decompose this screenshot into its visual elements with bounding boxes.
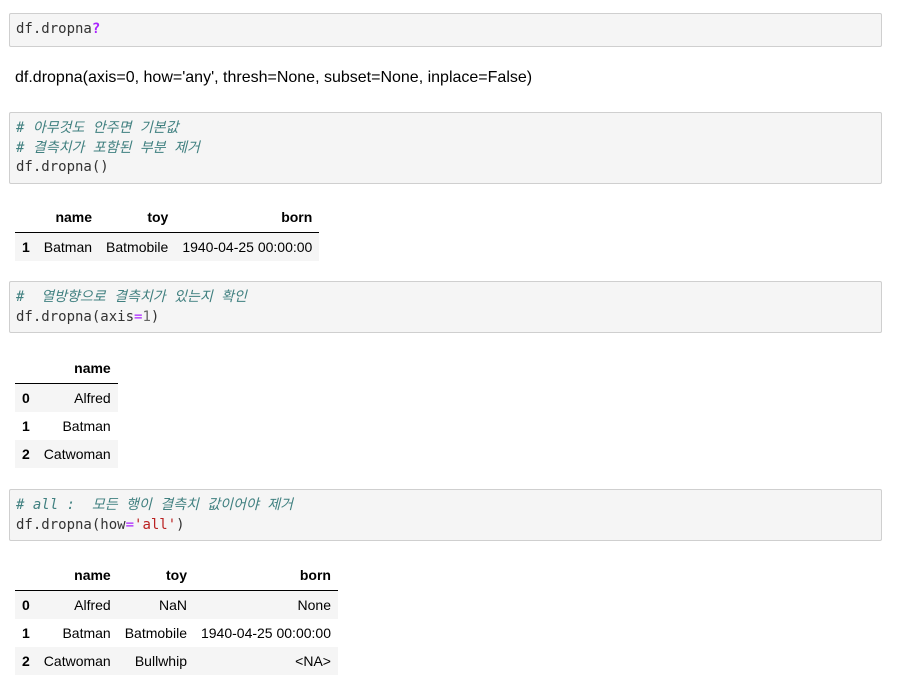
table-row: 1 Batman Batmobile 1940-04-25 00:00:00 [15, 232, 320, 261]
code-cell-dropna-default[interactable]: # 아무것도 안주면 기본값 # 결측치가 포함된 부분 제거 df.dropna(… [9, 112, 882, 184]
table-row: 2 Catwoman Bullwhip <NA> [15, 647, 338, 675]
row-index: 0 [22, 390, 30, 406]
table-cell: Batman [62, 625, 111, 641]
table-row: 1 Batman [15, 412, 118, 440]
table-cell: Catwoman [43, 653, 111, 669]
row-index: 1 [22, 625, 30, 641]
row-index: 1 [22, 239, 30, 255]
code-number: 1 [142, 308, 151, 325]
dataframe-output-3: name toy born 0 Alfred NaN None 1 Batman… [15, 560, 338, 675]
code-cell-dropna-how-all[interactable]: # all : 모든 행이 결측치 값이어야 제거 df.dropna(how='… [9, 489, 882, 541]
row-index: 2 [22, 446, 30, 462]
table-header-row: name toy born [15, 202, 320, 233]
code-text: df.dropna(axis [16, 308, 135, 325]
code-text: df.dropna [16, 21, 92, 37]
dataframe-output-1: name toy born 1 Batman Batmobile 1940-04… [15, 202, 320, 261]
code-operator: = [125, 516, 135, 533]
code-text: df.dropna(how [16, 516, 126, 533]
column-header: toy [117, 560, 194, 591]
table-cell: <NA> [295, 653, 331, 669]
table-cell: Catwoman [43, 446, 111, 462]
code-comment: # 아무것도 안주면 기본값 [16, 120, 179, 136]
column-header: name [36, 202, 100, 233]
table-cell: Batman [62, 418, 111, 434]
code-string: 'all' [134, 516, 177, 533]
code-cell-dropna-axis[interactable]: # 열방향으로 결측치가 있는지 확인 df.dropna(axis=1) [9, 281, 882, 333]
code-text: ) [176, 516, 185, 533]
table-cell: Batmobile [124, 625, 187, 641]
table-cell: None [297, 597, 331, 613]
table-row: 1 Batman Batmobile 1940-04-25 00:00:00 [15, 619, 338, 647]
table-header-row: name [15, 353, 118, 384]
table-cell: Batmobile [106, 239, 169, 255]
row-index: 1 [22, 418, 30, 434]
index-header [15, 202, 37, 233]
column-header: toy [99, 202, 176, 233]
code-line: df.dropna? [16, 20, 875, 40]
index-header [15, 560, 37, 591]
code-line: df.dropna(how='all') [16, 516, 875, 536]
code-line: df.dropna(axis=1) [16, 308, 875, 328]
column-header: born [193, 560, 338, 591]
table-cell: Alfred [74, 597, 111, 613]
code-comment: # 결측치가 포함된 부분 제거 [16, 139, 200, 156]
table-row: 0 Alfred [15, 383, 118, 412]
table-header-row: name toy born [15, 560, 338, 591]
code-comment: # all : 모든 행이 결측치 값이어야 제거 [16, 497, 294, 513]
code-text: df.dropna() [16, 159, 109, 175]
table-cell: Alfred [74, 390, 111, 406]
row-index: 2 [22, 653, 30, 669]
help-operator: ? [91, 21, 101, 37]
code-text: ) [150, 308, 160, 325]
code-cell-help[interactable]: df.dropna? [9, 13, 882, 47]
help-output-signature: df.dropna(axis=0, how='any', thresh=None… [15, 69, 533, 86]
column-header: name [36, 560, 118, 591]
dataframe-output-2: name 0 Alfred 1 Batman 2 Catwoman [15, 353, 118, 468]
table-cell: 1940-04-25 00:00:00 [200, 625, 331, 641]
table-cell: NaN [158, 597, 187, 613]
code-comment: # 열방향으로 결측치가 있는지 확인 [16, 289, 247, 305]
index-header [15, 353, 37, 384]
table-cell: Bullwhip [134, 653, 187, 669]
column-header: name [36, 353, 118, 384]
table-cell: 1940-04-25 00:00:00 [182, 239, 313, 255]
table-row: 2 Catwoman [15, 440, 118, 468]
row-index: 0 [22, 597, 30, 613]
table-cell: Batman [43, 239, 93, 255]
table-row: 0 Alfred NaN None [15, 590, 338, 619]
column-header: born [175, 202, 320, 233]
